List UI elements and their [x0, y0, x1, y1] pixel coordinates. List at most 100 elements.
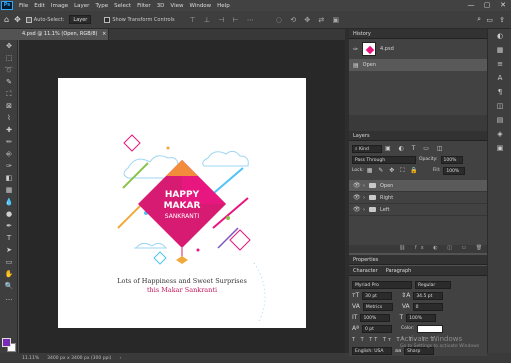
- fill-field[interactable]: 100%: [443, 166, 466, 175]
- language-dropdown[interactable]: English: USA: [352, 346, 392, 355]
- layers-panel-header[interactable]: Layers: [349, 131, 487, 141]
- filter-icons[interactable]: ▣ ◐ T ▭ ◫: [385, 145, 446, 152]
- marquee-icon[interactable]: ⬚: [0, 52, 18, 64]
- menu-edit[interactable]: Edit: [31, 3, 48, 9]
- close-window-button[interactable]: ✕: [495, 0, 511, 11]
- healing-icon[interactable]: ✚: [0, 124, 18, 136]
- stamp-icon[interactable]: ⎆: [0, 148, 18, 160]
- menu-view[interactable]: View: [167, 3, 186, 9]
- auto-select-option[interactable]: Auto-Select:: [25, 16, 64, 23]
- layer-row-open[interactable]: 👁 › Open: [349, 180, 487, 192]
- visibility-eye-icon[interactable]: 👁: [353, 194, 361, 201]
- menu-type[interactable]: Type: [92, 3, 111, 9]
- document-tab[interactable]: 4.psd @ 11.1% (Open, RGB/8) ×: [19, 29, 109, 40]
- vertical-scale-field[interactable]: 100%: [360, 313, 391, 322]
- horizontal-scale-field[interactable]: 100%: [406, 313, 437, 322]
- opacity-field[interactable]: 100%: [440, 155, 463, 164]
- blur-icon[interactable]: 💧: [0, 196, 18, 208]
- status-arrow-icon[interactable]: ›: [119, 356, 121, 361]
- layer-name[interactable]: Left: [380, 207, 389, 213]
- menu-help[interactable]: Help: [214, 3, 233, 9]
- panel-shortcut-icon[interactable]: ▣: [488, 141, 511, 155]
- menu-filter[interactable]: Filter: [134, 3, 154, 9]
- auto-select-checkbox[interactable]: [25, 16, 32, 23]
- tab-paragraph[interactable]: Paragraph: [386, 266, 412, 275]
- close-tab-icon[interactable]: ×: [102, 31, 106, 37]
- layer-name[interactable]: Open: [380, 183, 393, 189]
- path-select-icon[interactable]: ➤: [0, 244, 18, 256]
- font-size-field[interactable]: 30 pt: [362, 291, 393, 300]
- quick-select-icon[interactable]: ✎: [0, 76, 18, 88]
- eraser-icon[interactable]: ◧: [0, 172, 18, 184]
- panel-shortcut-icon[interactable]: A: [488, 71, 511, 85]
- menu-layer[interactable]: Layer: [71, 3, 92, 9]
- leading-field[interactable]: 34.5 pt: [413, 291, 444, 300]
- eyedropper-icon[interactable]: ⌇: [0, 112, 18, 124]
- move-tool-icon[interactable]: ✥: [14, 15, 21, 24]
- gradient-icon[interactable]: ▦: [0, 184, 18, 196]
- align-icons[interactable]: ⊤ ⊥ ⊣ ⊢ ⋯: [190, 16, 257, 24]
- text-color-swatch[interactable]: [417, 324, 444, 333]
- move-icon[interactable]: ✥: [0, 40, 18, 52]
- transform-controls-option[interactable]: Show Transform Controls: [104, 16, 175, 23]
- brush-icon[interactable]: ✏: [0, 136, 18, 148]
- more-icon[interactable]: …: [0, 292, 18, 304]
- color-swatches[interactable]: [2, 338, 16, 352]
- menu-file[interactable]: File: [16, 3, 31, 9]
- font-style-dropdown[interactable]: Regular: [415, 280, 451, 289]
- share-icon[interactable]: ⇪: [499, 16, 505, 24]
- lasso-icon[interactable]: ➰: [0, 64, 18, 76]
- expand-arrow-icon[interactable]: ›: [363, 207, 365, 213]
- history-brush-icon[interactable]: ✑: [0, 160, 18, 172]
- home-icon[interactable]: ⌂: [4, 15, 9, 24]
- menu-select[interactable]: Select: [111, 3, 134, 9]
- foreground-color-swatch[interactable]: [2, 338, 11, 347]
- panel-shortcut-icon[interactable]: ¶: [488, 85, 511, 99]
- workspace-icon[interactable]: ▭: [486, 16, 493, 24]
- zoom-level[interactable]: 11.11%: [22, 356, 39, 361]
- panel-shortcut-icon[interactable]: ▦: [488, 43, 511, 57]
- layer-row-left[interactable]: 👁 › Left: [349, 204, 487, 216]
- minimize-button[interactable]: —: [463, 0, 479, 11]
- expand-arrow-icon[interactable]: ›: [363, 183, 365, 189]
- dodge-icon[interactable]: ●: [0, 208, 18, 220]
- crop-icon[interactable]: ⛶: [0, 88, 18, 100]
- history-item-open[interactable]: ▤ Open: [349, 59, 487, 71]
- layer-name[interactable]: Right: [380, 195, 393, 201]
- panel-shortcut-icon[interactable]: ◫: [488, 99, 511, 113]
- kind-filter-dropdown[interactable]: ⌕ Kind: [352, 144, 382, 153]
- kerning-field[interactable]: Metrics: [362, 302, 393, 311]
- tracking-field[interactable]: 0: [412, 302, 443, 311]
- frame-icon[interactable]: ⊠: [0, 100, 18, 112]
- tab-character[interactable]: Character: [353, 266, 378, 275]
- properties-panel-header[interactable]: Properties: [349, 255, 487, 265]
- shape-icon[interactable]: ▭: [0, 256, 18, 268]
- menu-3d[interactable]: 3D: [154, 3, 168, 9]
- panel-shortcut-icon[interactable]: ◐: [488, 29, 511, 43]
- expand-arrow-icon[interactable]: ›: [363, 195, 365, 201]
- pen-icon[interactable]: ✒: [0, 220, 18, 232]
- auto-select-target-dropdown[interactable]: Layer: [69, 15, 92, 24]
- visibility-eye-icon[interactable]: 👁: [353, 182, 361, 189]
- history-snapshot[interactable]: ✑ 4.psd: [349, 39, 487, 59]
- baseline-shift-field[interactable]: 0 pt: [361, 324, 392, 333]
- transform-controls-checkbox[interactable]: [104, 16, 111, 23]
- zoom-icon[interactable]: 🔍: [0, 280, 18, 292]
- lock-icons[interactable]: ▦ ✎ ✥ ⛶ 🔒: [367, 167, 420, 175]
- blend-mode-dropdown[interactable]: Pass Through: [352, 155, 416, 164]
- menu-image[interactable]: Image: [48, 3, 71, 9]
- type-icon[interactable]: T: [0, 232, 18, 244]
- layer-row-right[interactable]: 👁 › Right: [349, 192, 487, 204]
- menu-window[interactable]: Window: [186, 3, 214, 9]
- 3d-mode-icons[interactable]: ◌ ⟲ ✥ ⇄ ▣: [276, 16, 342, 24]
- panel-shortcut-icon[interactable]: ◈: [488, 127, 511, 141]
- search-icon[interactable]: ⌕: [477, 15, 481, 24]
- hand-icon[interactable]: ✋: [0, 268, 18, 280]
- visibility-eye-icon[interactable]: 👁: [353, 206, 361, 213]
- font-family-dropdown[interactable]: Myriad Pro: [352, 280, 412, 289]
- panel-shortcut-icon[interactable]: ▤: [488, 113, 511, 127]
- maximize-button[interactable]: ▢: [479, 0, 495, 11]
- panel-shortcut-icon[interactable]: ≡: [488, 57, 511, 71]
- history-panel-header[interactable]: History: [349, 29, 487, 39]
- document-canvas[interactable]: HAPPY MAKAR SANKRANTI Lots of Happiness …: [58, 78, 306, 328]
